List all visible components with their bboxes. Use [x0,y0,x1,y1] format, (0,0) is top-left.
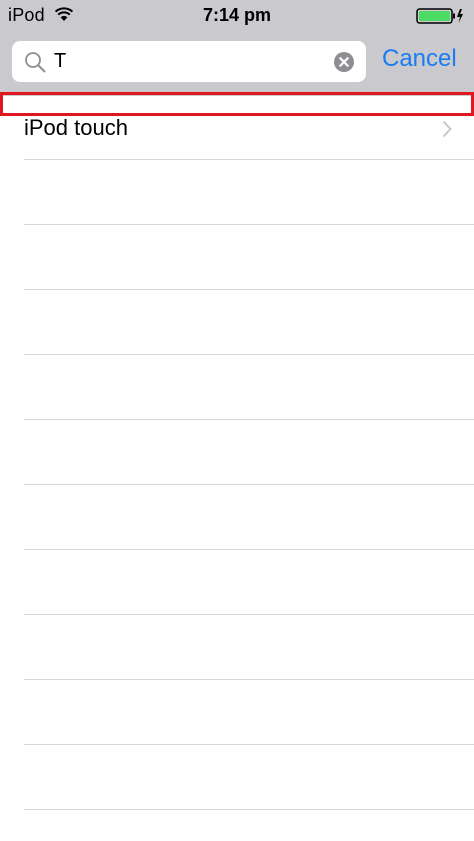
clock: 7:14 pm [202,5,272,25]
separator [24,159,474,160]
separator [24,679,474,680]
search-screen: iPod 7:14 pm T Cancel iPod touch [0,0,474,841]
separator [24,354,474,355]
search-input[interactable] [54,46,324,77]
separator [24,224,474,225]
search-header: iPod 7:14 pm T Cancel [0,0,474,96]
separator [24,289,474,290]
separator [24,549,474,550]
highlight-box [0,92,474,116]
clear-icon[interactable] [334,52,354,72]
search-icon [25,52,46,73]
separator [24,809,474,810]
separator [24,614,474,615]
status-bar: iPod 7:14 pm [0,0,474,32]
search-field[interactable] [12,41,366,82]
chevron-right-icon [442,120,452,138]
separator [24,484,474,485]
result-label: iPod touch [24,115,128,140]
cancel-button[interactable]: Cancel [382,45,457,73]
battery-charging-icon [416,8,463,24]
separator [24,419,474,420]
separator [24,744,474,745]
